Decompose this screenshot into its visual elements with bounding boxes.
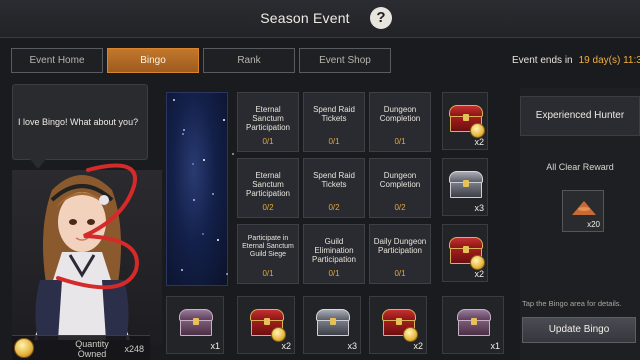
bingo-cell[interactable]: Eternal Sanctum Participation 0/2	[237, 158, 299, 218]
coin-icon	[14, 338, 34, 358]
column-reward-slot[interactable]: x2	[237, 296, 295, 354]
bingo-board-title: Experienced Hunter	[520, 96, 640, 136]
bingo-cell-progress: 0/1	[394, 269, 406, 278]
currency-label: Quantity Owned	[75, 339, 109, 359]
bingo-cell-progress: 0/2	[328, 203, 340, 212]
tab-bingo[interactable]: Bingo	[107, 48, 199, 73]
bingo-cell-name: Spend Raid Tickets	[313, 171, 355, 189]
reward-quantity: x2	[474, 269, 484, 279]
all-clear-label: All Clear Reward	[546, 162, 614, 172]
purple-chest-icon	[179, 309, 213, 337]
ore-pile-icon	[572, 201, 596, 215]
bingo-starfield-panel	[166, 92, 228, 286]
column-reward-slot[interactable]: x1	[442, 296, 504, 354]
npc-character-portrait	[34, 163, 139, 340]
help-button[interactable]: ?	[370, 7, 392, 29]
reward-quantity: x1	[490, 341, 500, 351]
bingo-cell-name: Eternal Sanctum Participation	[245, 105, 291, 132]
bingo-cell-name: Dungeon Completion	[379, 171, 421, 189]
purple-chest-icon	[457, 309, 491, 337]
reward-quantity: x3	[347, 341, 357, 351]
bingo-cell[interactable]: Dungeon Completion 0/1	[369, 92, 431, 152]
tap-hint-text: Tap the Bingo area for details.	[522, 299, 622, 308]
all-clear-reward-quantity: x20	[587, 220, 600, 229]
column-reward-slot[interactable]: x2	[369, 296, 427, 354]
bingo-cell-name: Dungeon Completion	[379, 105, 421, 123]
bingo-cell-name: Daily Dungeon Participation	[373, 237, 427, 255]
row-reward-slot[interactable]: x2	[442, 224, 488, 282]
row-reward-slot[interactable]: x2	[442, 92, 488, 150]
currency-bar: Quantity Owned x248	[12, 335, 150, 360]
bingo-info-panel: Experienced Hunter All Clear Reward x20 …	[520, 88, 640, 360]
bingo-cell-progress: 0/1	[328, 137, 340, 146]
bingo-cell-progress: 0/1	[262, 137, 274, 146]
npc-speech-bubble: I love Bingo! What about you?	[12, 84, 148, 160]
row-reward-slot[interactable]: x3	[442, 158, 488, 216]
column-reward-slot[interactable]: x1	[166, 296, 224, 354]
silver-chest-icon	[449, 171, 483, 199]
coin-icon	[470, 255, 485, 270]
bingo-cell[interactable]: Guild Elimination Participation 0/1	[303, 224, 365, 284]
bingo-cell[interactable]: Participate in Eternal Sanctum Guild Sie…	[237, 224, 299, 284]
bingo-cell[interactable]: Eternal Sanctum Participation 0/1	[237, 92, 299, 152]
bingo-cell-progress: 0/1	[328, 269, 340, 278]
bingo-cell-name: Participate in Eternal Sanctum Guild Sie…	[242, 235, 294, 258]
reward-quantity: x1	[210, 341, 220, 351]
bingo-cell-progress: 0/1	[394, 137, 406, 146]
column-reward-slot[interactable]: x3	[303, 296, 361, 354]
reward-quantity: x2	[474, 137, 484, 147]
npc-speech-text: I love Bingo! What about you?	[18, 117, 139, 127]
reward-quantity: x2	[281, 341, 291, 351]
tab-event-home[interactable]: Event Home	[11, 48, 103, 73]
bingo-cell[interactable]: Spend Raid Tickets 0/2	[303, 158, 365, 218]
bingo-cell[interactable]: Dungeon Completion 0/2	[369, 158, 431, 218]
tab-event-shop[interactable]: Event Shop	[299, 48, 391, 73]
event-timer-value: 19 day(s) 11:31	[578, 55, 640, 66]
bingo-cell-progress: 0/1	[262, 269, 274, 278]
event-timer-label: Event ends in	[512, 55, 573, 66]
coin-icon	[403, 327, 418, 342]
bingo-cell-name: Guild Elimination Participation	[311, 237, 357, 264]
bingo-cell[interactable]: Spend Raid Tickets 0/1	[303, 92, 365, 152]
bingo-cell-name: Eternal Sanctum Participation	[245, 171, 291, 198]
currency-value: x248	[124, 344, 144, 354]
update-bingo-button[interactable]: Update Bingo	[522, 317, 636, 343]
tab-rank[interactable]: Rank	[203, 48, 295, 73]
reward-quantity: x2	[413, 341, 423, 351]
coin-icon	[470, 123, 485, 138]
reward-quantity: x3	[474, 203, 484, 213]
bingo-cell[interactable]: Daily Dungeon Participation 0/1	[369, 224, 431, 284]
event-timer: Event ends in 19 day(s) 11:31	[512, 55, 640, 66]
top-bar: Season Event ?	[0, 0, 640, 38]
silver-chest-icon	[316, 309, 350, 337]
coin-icon	[271, 327, 286, 342]
bingo-cell-progress: 0/2	[262, 203, 274, 212]
all-clear-reward-slot[interactable]: x20	[562, 190, 604, 232]
bingo-cell-progress: 0/2	[394, 203, 406, 212]
page-title: Season Event	[260, 10, 350, 26]
bingo-cell-name: Spend Raid Tickets	[313, 105, 355, 123]
